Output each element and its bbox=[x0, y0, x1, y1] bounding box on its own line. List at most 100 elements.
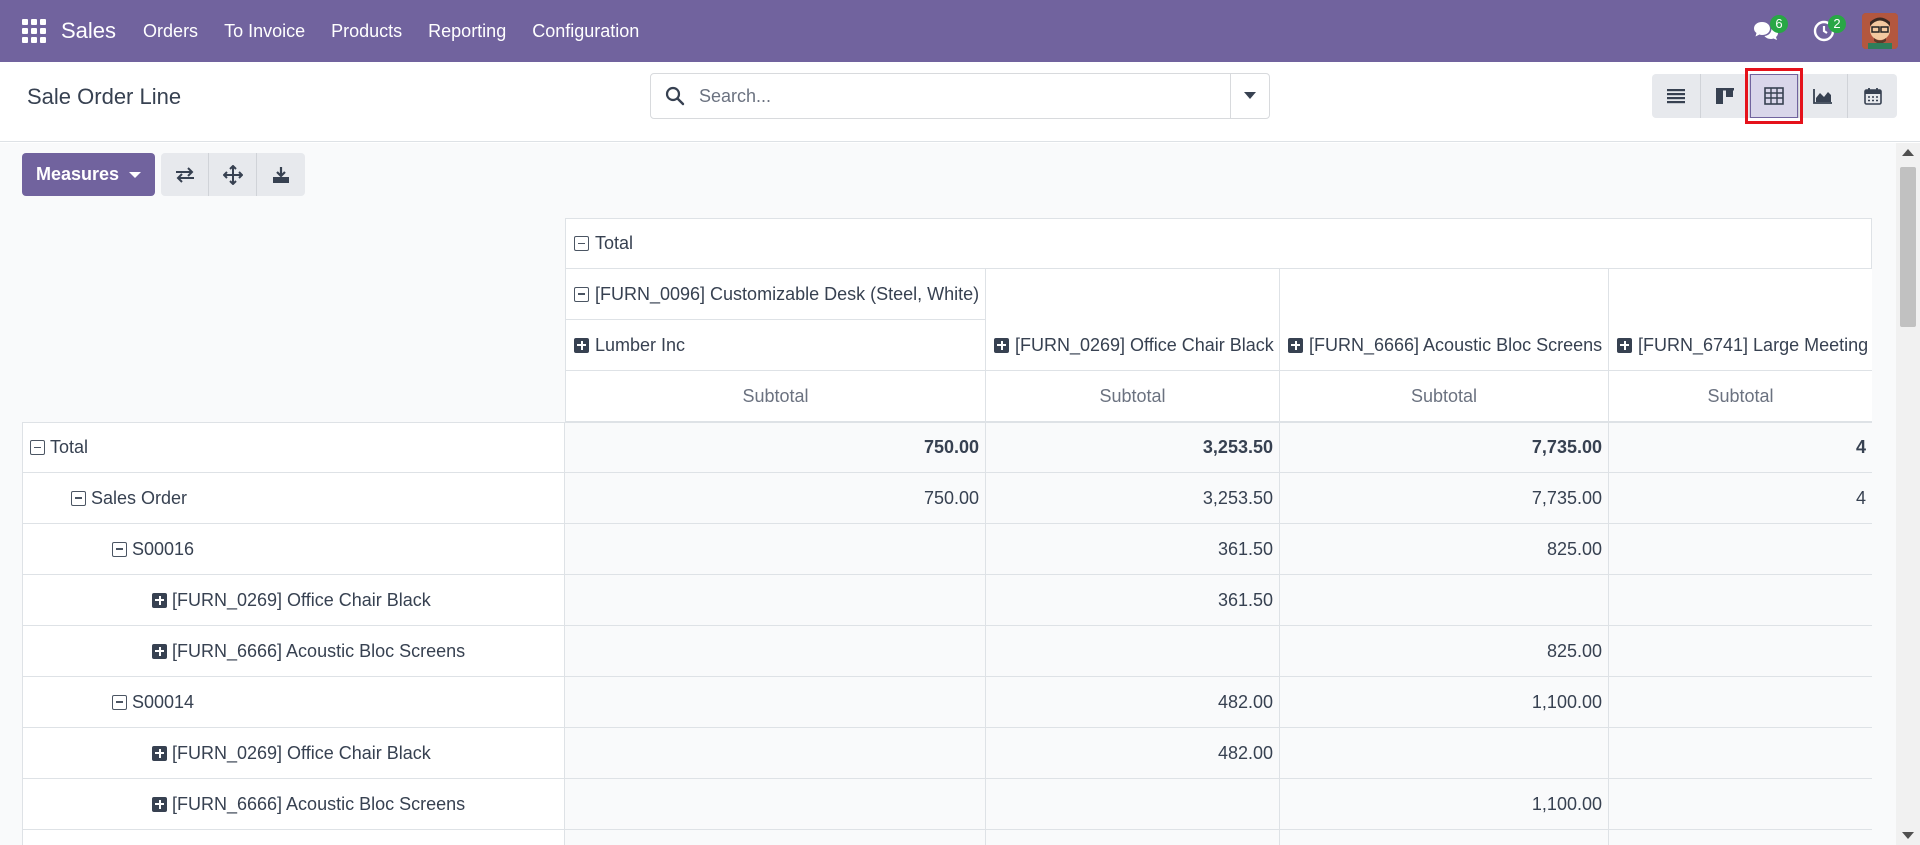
graph-view-button[interactable] bbox=[1799, 74, 1848, 118]
pivot-cell[interactable]: 750.00 bbox=[565, 422, 986, 473]
pivot-cell[interactable]: 7,735.00 bbox=[1280, 473, 1609, 524]
pivot-cell[interactable] bbox=[1609, 626, 1872, 677]
pivot-cell[interactable]: 7,735.00 bbox=[1280, 422, 1609, 473]
caret-down-icon bbox=[1244, 92, 1256, 99]
col-header-level2-label: [FURN_6741] Large Meeting bbox=[1638, 334, 1869, 355]
pivot-cell[interactable] bbox=[565, 677, 986, 728]
measure-header[interactable]: Subtotal bbox=[565, 371, 986, 422]
pivot-cell[interactable]: 825.00 bbox=[1280, 626, 1609, 677]
col-header-lumber-inc[interactable]: Lumber Inc bbox=[565, 320, 986, 371]
row-header-sales-order[interactable]: Sales Order bbox=[22, 473, 565, 524]
pivot-cell[interactable] bbox=[1609, 575, 1872, 626]
pivot-cell[interactable] bbox=[986, 830, 1280, 845]
menu-configuration[interactable]: Configuration bbox=[519, 21, 652, 42]
search-input[interactable] bbox=[699, 85, 1230, 107]
pivot-cell[interactable] bbox=[565, 830, 986, 845]
col-header-acoustic-bloc[interactable]: [FURN_6666] Acoustic Bloc Screens bbox=[1280, 320, 1609, 371]
pivot-cell[interactable] bbox=[565, 575, 986, 626]
measure-header[interactable]: Subtotal bbox=[986, 371, 1280, 422]
row-header-product[interactable]: [FURN_6666] Acoustic Bloc Screens bbox=[22, 626, 565, 677]
col-header-total[interactable]: Total bbox=[565, 218, 1872, 269]
download-button[interactable] bbox=[257, 153, 306, 196]
exchange-icon bbox=[175, 166, 194, 183]
scroll-down-arrow-icon[interactable] bbox=[1902, 832, 1914, 839]
messages-button[interactable]: 6 bbox=[1746, 11, 1788, 51]
vertical-scrollbar[interactable] bbox=[1896, 143, 1920, 845]
pivot-cell[interactable]: 361.50 bbox=[986, 575, 1280, 626]
app-menu-icon[interactable] bbox=[22, 19, 46, 43]
pivot-cell[interactable]: 825.00 bbox=[1280, 524, 1609, 575]
pivot-cell[interactable] bbox=[1280, 830, 1609, 845]
graph-view-icon bbox=[1813, 89, 1832, 104]
row-header-s00014[interactable]: S00014 bbox=[22, 677, 565, 728]
measures-button[interactable]: Measures bbox=[22, 153, 156, 196]
col-header-large-meeting[interactable]: [FURN_6741] Large Meeting bbox=[1609, 320, 1872, 371]
pivot-cell[interactable] bbox=[565, 626, 986, 677]
collapse-icon bbox=[112, 541, 127, 557]
pivot-cell[interactable]: 4 bbox=[1609, 473, 1872, 524]
pivot-cell[interactable]: 750.00 bbox=[565, 473, 986, 524]
avatar-image bbox=[1862, 13, 1898, 49]
pivot-cell[interactable]: 3,253.50 bbox=[986, 422, 1280, 473]
col-header-office-chair[interactable]: [FURN_0269] Office Chair Black bbox=[986, 320, 1280, 371]
pivot-cell[interactable] bbox=[1280, 575, 1609, 626]
menu-orders[interactable]: Orders bbox=[130, 21, 211, 42]
pivot-cell[interactable] bbox=[1609, 677, 1872, 728]
kanban-view-button[interactable] bbox=[1701, 74, 1750, 118]
pivot-view-button[interactable] bbox=[1750, 74, 1799, 118]
pivot-content: Measures Total [FURN_0096] Customizable … bbox=[0, 143, 1920, 845]
pivot-cell[interactable]: 361.50 bbox=[986, 524, 1280, 575]
pivot-actions bbox=[161, 153, 306, 196]
row-label: [FURN_0269] Office Chair Black bbox=[172, 589, 431, 610]
row-header-product[interactable]: [FURN_6666] Acoustic Bloc Screens bbox=[22, 779, 565, 830]
flip-axis-button[interactable] bbox=[161, 153, 210, 196]
row-header-s00016[interactable]: S00016 bbox=[22, 524, 565, 575]
expand-icon bbox=[1617, 337, 1632, 353]
row-label: [FURN_6666] Acoustic Bloc Screens bbox=[172, 793, 466, 814]
activities-button[interactable]: 2 bbox=[1804, 11, 1846, 51]
menu-reporting[interactable]: Reporting bbox=[415, 21, 519, 42]
row-header-product[interactable]: [FURN_0269] Office Chair Black bbox=[22, 575, 565, 626]
expand-all-button[interactable] bbox=[209, 153, 258, 196]
pivot-cell[interactable] bbox=[1609, 779, 1872, 830]
row-label: [FURN_6666] Acoustic Bloc Screens bbox=[172, 640, 466, 661]
pivot-cell[interactable]: 4 bbox=[1609, 422, 1872, 473]
row-header-partial[interactable] bbox=[22, 830, 565, 845]
app-brand[interactable]: Sales bbox=[61, 18, 116, 44]
row-header-product[interactable]: [FURN_0269] Office Chair Black bbox=[22, 728, 565, 779]
scroll-up-arrow-icon[interactable] bbox=[1902, 149, 1914, 156]
scroll-thumb[interactable] bbox=[1900, 167, 1916, 327]
measure-header[interactable]: Subtotal bbox=[1280, 371, 1609, 422]
calendar-view-button[interactable] bbox=[1848, 74, 1897, 118]
row-label: [FURN_0269] Office Chair Black bbox=[172, 742, 431, 763]
pivot-cell[interactable] bbox=[986, 779, 1280, 830]
user-avatar[interactable] bbox=[1862, 13, 1898, 49]
menu-products[interactable]: Products bbox=[318, 21, 415, 42]
top-navbar: Sales Orders To Invoice Products Reporti… bbox=[0, 0, 1920, 62]
pivot-cell[interactable]: 1,100.00 bbox=[1280, 779, 1609, 830]
list-view-button[interactable] bbox=[1652, 74, 1701, 118]
pivot-cell[interactable] bbox=[986, 626, 1280, 677]
pivot-cell[interactable] bbox=[565, 779, 986, 830]
menu-to-invoice[interactable]: To Invoice bbox=[211, 21, 318, 42]
col-header-level2-label: [FURN_0269] Office Chair Black bbox=[1015, 334, 1274, 355]
pivot-cell[interactable] bbox=[1280, 728, 1609, 779]
pivot-cell[interactable] bbox=[1609, 728, 1872, 779]
pivot-cell[interactable] bbox=[1609, 524, 1872, 575]
collapse-icon bbox=[574, 286, 589, 302]
messages-badge: 6 bbox=[1770, 15, 1788, 33]
col-header-total-label: Total bbox=[595, 233, 634, 253]
pivot-cell[interactable]: 3,253.50 bbox=[986, 473, 1280, 524]
pivot-cell[interactable] bbox=[1609, 830, 1872, 845]
pivot-cell[interactable] bbox=[565, 524, 986, 575]
pivot-cell[interactable] bbox=[565, 728, 986, 779]
page-title: Sale Order Line bbox=[27, 84, 182, 109]
pivot-cell[interactable]: 482.00 bbox=[986, 728, 1280, 779]
measure-header[interactable]: Subtotal bbox=[1609, 371, 1872, 422]
calendar-view-icon bbox=[1863, 88, 1882, 105]
col-header-customizable-desk[interactable]: [FURN_0096] Customizable Desk (Steel, Wh… bbox=[565, 269, 986, 320]
pivot-cell[interactable]: 482.00 bbox=[986, 677, 1280, 728]
pivot-cell[interactable]: 1,100.00 bbox=[1280, 677, 1609, 728]
search-options-toggle[interactable] bbox=[1230, 74, 1269, 118]
row-header-total[interactable]: Total bbox=[22, 422, 565, 473]
